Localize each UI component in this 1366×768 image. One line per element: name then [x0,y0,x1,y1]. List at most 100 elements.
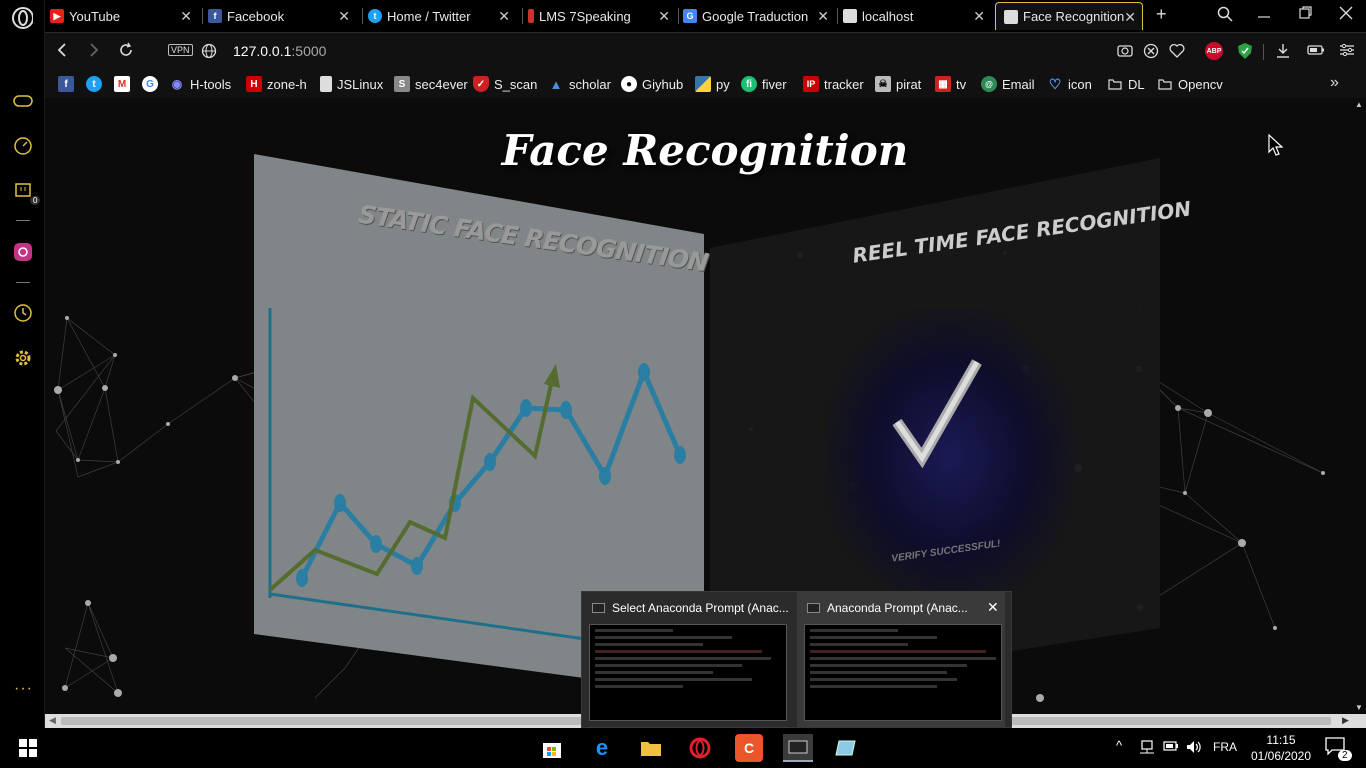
tab-twitter[interactable]: t Home / Twitter ✕ [368,2,518,30]
tab-separator [202,8,203,24]
close-icon[interactable]: ✕ [180,8,192,25]
bookmark-icon[interactable]: ♡ icon [1047,76,1092,92]
thumbnail-select-anaconda-prompt[interactable]: Select Anaconda Prompt (Anac... [582,592,790,729]
bookmark-twitter[interactable]: t [86,76,107,92]
scroll-up-icon[interactable]: ▲ [1355,100,1363,109]
gamepad-icon[interactable] [12,90,34,112]
vpn-badge[interactable]: VPN [168,44,193,56]
bookmark-sec4ever[interactable]: Ssec4ever [394,76,468,92]
windows-start-icon[interactable] [14,734,42,762]
close-icon[interactable]: ✕ [658,8,670,25]
more-dots-icon[interactable]: ··· [14,680,33,698]
close-window-icon[interactable] [1339,6,1353,24]
close-icon[interactable]: ✕ [498,8,510,25]
terminal-icon [807,603,820,613]
heart-icon[interactable] [1169,43,1185,61]
tab-strip: ▶ YouTube ✕ f Facebook ✕ t Home / Twitte… [45,0,1366,32]
search-tabs-icon[interactable] [1217,6,1233,26]
adblock-plus-icon[interactable]: ABP [1205,42,1223,60]
opera-icon[interactable] [686,734,714,762]
battery-saver-icon[interactable] [1307,43,1325,59]
bookmark-google[interactable]: G [142,76,163,92]
tablet-app-icon[interactable] [832,734,860,762]
thumbnail-preview [589,624,787,721]
volume-icon[interactable] [1186,740,1204,757]
tab-label: LMS 7Speaking [539,8,631,24]
bookmark-jslinux[interactable]: JSLinux [320,76,383,92]
tray-expand-icon[interactable]: ^ [1116,738,1122,753]
easy-setup-icon[interactable] [1339,43,1355,60]
bookmark-s-scan[interactable]: ✓ S_scan [473,76,537,92]
bookmark-fiver[interactable]: fi fiver [741,76,787,92]
bookmark-opencv[interactable]: Opencv [1157,76,1223,92]
vertical-scrollbar[interactable]: ▲ ▼ [1352,98,1366,714]
tab-localhost[interactable]: localhost ✕ [843,2,993,30]
tab-google-translate[interactable]: G Google Traduction ✕ [683,2,833,30]
bookmark-email[interactable]: @ Email [981,76,1035,92]
scroll-down-icon[interactable]: ▼ [1355,703,1363,712]
system-clock[interactable]: 11:15 01/06/2020 [1246,732,1316,764]
tab-facebook[interactable]: f Facebook ✕ [208,2,358,30]
close-icon[interactable]: ✕ [1124,9,1136,26]
bookmark-label: scholar [569,76,611,92]
url-port: :5000 [291,43,327,59]
tracker-blocker-icon[interactable] [1143,43,1159,62]
bookmark-zone-h[interactable]: Hzone-h [246,76,307,92]
history-icon[interactable] [12,302,34,324]
thumbnail-anaconda-prompt[interactable]: Anaconda Prompt (Anac... ✕ [797,592,1005,729]
edge-icon[interactable]: e [588,734,616,762]
lms-icon [528,9,534,23]
bookmarks-more-button[interactable]: » [1330,74,1339,92]
facebook-icon: f [58,76,74,92]
new-tab-button[interactable]: + [1156,4,1167,25]
close-icon[interactable]: ✕ [338,8,350,25]
bookmark-tracker[interactable]: IP tracker [803,76,864,92]
screen: 0 ··· ▶ YouTube ✕ f Facebook ✕ t Home / … [0,0,1366,768]
bookmark-scholar[interactable]: ▲ scholar [548,76,611,92]
anaconda-prompt-taskbar-icon[interactable] [783,734,813,762]
tv-icon: ▦ [935,76,951,92]
bookmark-github[interactable]: ● Giyhub [621,76,683,92]
bookmark-py[interactable]: py [695,76,730,92]
close-icon[interactable]: ✕ [817,8,829,25]
scroll-left-icon[interactable]: ◀ [49,715,56,726]
camtasia-icon[interactable]: C [735,734,763,762]
heart-icon: ♡ [1048,75,1062,92]
opera-logo-icon[interactable] [11,7,33,29]
scroll-right-icon[interactable]: ▶ [1342,715,1349,726]
tab-label: YouTube [69,8,121,24]
bookmark-tv[interactable]: ▦ tv [935,76,966,92]
reload-icon[interactable] [118,42,134,63]
tab-youtube[interactable]: ▶ YouTube ✕ [50,2,200,30]
globe-icon[interactable] [201,43,217,64]
bookmark-label: DL [1128,76,1145,92]
shield-check-icon[interactable] [1237,42,1253,63]
eye-icon: ◉ [171,77,183,91]
microsoft-store-icon[interactable] [538,734,566,762]
bookmark-facebook[interactable]: f [58,76,79,92]
instagram-icon[interactable] [12,241,34,263]
python-icon [695,76,711,92]
file-explorer-icon[interactable] [637,734,665,762]
minimize-icon[interactable] [1258,6,1270,23]
bookmark-label: py [716,76,730,92]
language-indicator[interactable]: FRA [1213,740,1237,754]
tab-lms[interactable]: LMS 7Speaking ✕ [528,2,678,30]
url-field[interactable]: 127.0.0.1:5000 [233,43,326,59]
settings-gear-icon[interactable] [12,347,34,369]
tab-face-recognition[interactable]: Face Recognition ✕ [995,2,1143,30]
forward-icon[interactable] [89,42,99,63]
back-icon[interactable] [57,42,67,63]
download-icon[interactable] [1275,43,1291,62]
battery-icon[interactable] [1163,740,1179,754]
speed-dial-icon[interactable] [12,135,34,157]
bookmark-h-tools[interactable]: ◉ H-tools [169,76,231,92]
bookmark-pirat[interactable]: ☠ pirat [875,76,921,92]
network-icon[interactable] [1139,740,1155,757]
snapshot-camera-icon[interactable] [1117,43,1133,60]
bookmark-dl[interactable]: DL [1107,76,1145,92]
bookmark-gmail[interactable]: M [114,76,135,92]
close-icon[interactable]: ✕ [987,599,999,616]
restore-icon[interactable] [1299,6,1313,24]
close-icon[interactable]: ✕ [973,8,985,25]
